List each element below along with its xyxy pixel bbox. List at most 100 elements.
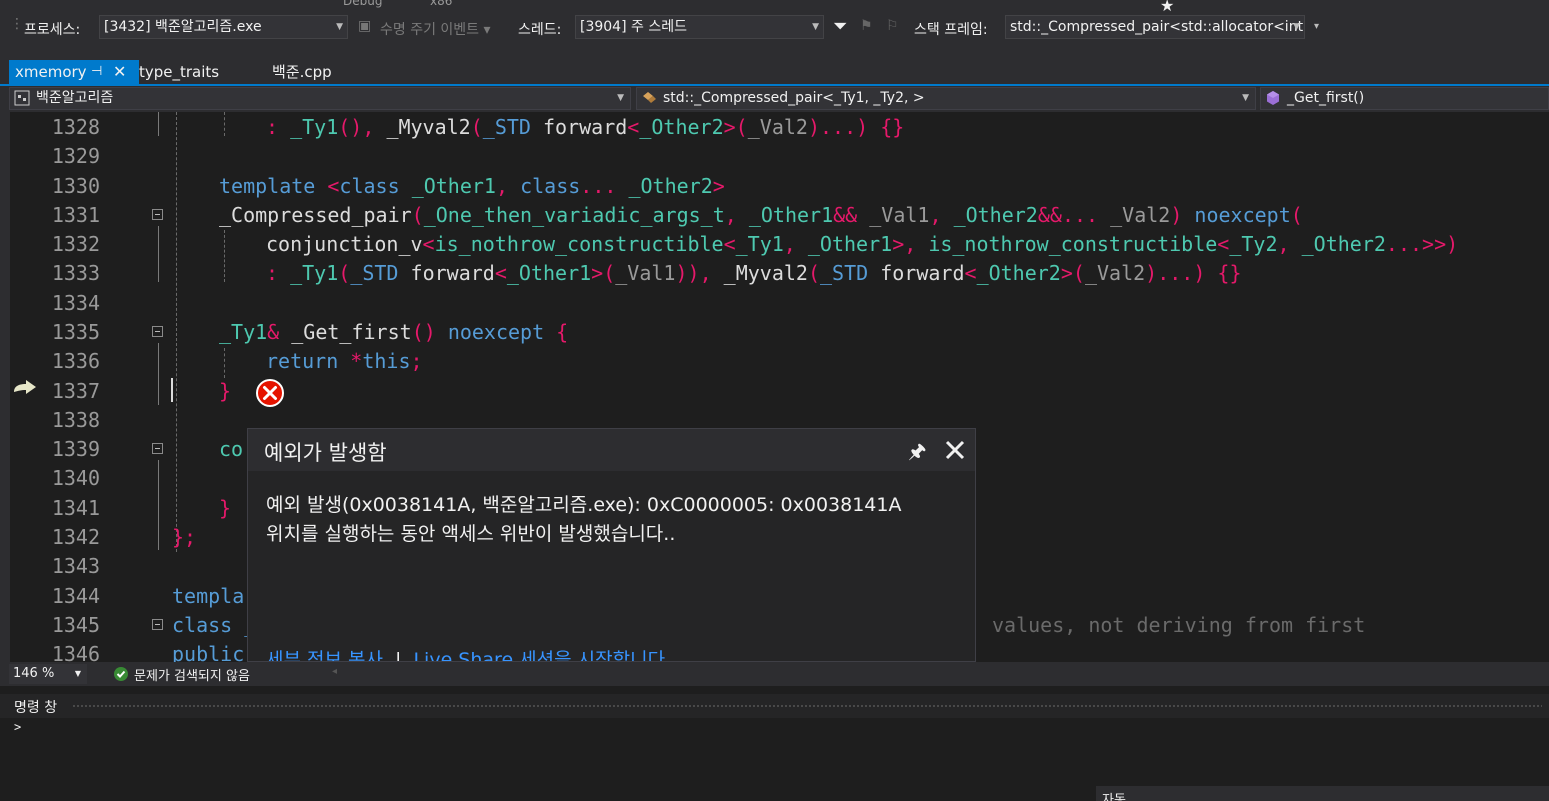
thread-label: 스레드: — [518, 22, 562, 38]
toolbar-grip: ⋮ — [10, 16, 24, 32]
line-number: 1343 — [51, 554, 100, 578]
command-window-title: 명령 창 — [14, 700, 58, 716]
copy-details-link[interactable]: 세부 정보 복사 — [266, 649, 383, 661]
scope-combo[interactable]: std::_Compressed_pair<_Ty1, _Ty2, > ▼ — [636, 87, 1256, 110]
close-icon[interactable]: ✕ — [113, 60, 126, 84]
thread-combo[interactable]: [3904] 주 스레드 ▼ — [575, 15, 824, 39]
document-tab-strip: xmemory ⊣ ✕ type_traits 백준.cpp — [0, 44, 1549, 84]
method-cube-icon — [1267, 91, 1279, 105]
stack-frame-combo[interactable]: std::_Compressed_pair<std::allocator<int… — [1005, 15, 1305, 39]
class-icon — [643, 92, 656, 103]
flag-thread-icon[interactable]: ⚑ — [860, 18, 873, 34]
line-number: 1335 — [51, 320, 100, 344]
code-line-1345: class _ — [172, 613, 257, 637]
chevron-down-icon: ▼ — [617, 93, 624, 103]
process-combo[interactable]: [3432] 백준알고리즘.exe ▼ — [99, 15, 348, 39]
project-combo[interactable]: 백준알고리즘 ▼ — [9, 87, 631, 110]
line-number: 1345 — [51, 613, 100, 637]
exception-message: 예외 발생(0x0038141A, 백준알고리즘.exe): 0xC000000… — [266, 491, 966, 549]
tab-xmemory[interactable]: xmemory ⊣ ✕ — [9, 60, 139, 84]
chevron-down-icon: ▼ — [812, 22, 819, 32]
lifecycle-events-icon[interactable]: ▣ — [358, 18, 371, 34]
project-value: 백준알고리즘 — [36, 90, 114, 106]
popup-title: 예외가 발생함 — [264, 441, 387, 465]
project-icon — [14, 90, 30, 106]
pin-icon[interactable]: 🖈 — [908, 437, 927, 471]
code-line-1333: : _Ty1(_STD forward<_Other1>(_Val1)), _M… — [266, 261, 1242, 285]
scroll-left-icon[interactable]: ◂ — [332, 666, 337, 677]
line-number: 1337 — [51, 379, 100, 403]
debug-location-toolbar: ⋮ 프로세스: [3432] 백준알고리즘.exe ▼ ▣ 수명 주기 이벤트 … — [0, 12, 1549, 44]
autos-window-header: 자동 — [1096, 786, 1549, 801]
error-icon — [256, 379, 284, 407]
window-grip[interactable] — [72, 704, 1542, 709]
overflow-chevron-icon[interactable]: ▾ — [1314, 21, 1319, 32]
editor-status-bar: 146 % ▼ 문제가 검색되지 않음 ◂ — [0, 662, 1549, 686]
lifecycle-events-button[interactable]: 수명 주기 이벤트 ▾ — [380, 19, 491, 39]
exception-message-line: 예외 발생(0x0038141A, 백준알고리즘.exe): 0xC000000… — [266, 494, 902, 516]
editor-left-border — [0, 112, 10, 662]
navigation-bar: 백준알고리즘 ▼ std::_Compressed_pair<_Ty1, _Ty… — [0, 86, 1549, 112]
indent-guide — [224, 348, 225, 378]
stack-frame-label: 스택 프레임: — [914, 22, 988, 38]
chevron-down-icon: ▼ — [1242, 93, 1249, 103]
process-value: [3432] 백준알고리즘.exe — [104, 19, 262, 35]
code-line-1328: : _Ty1(), _Myval2(_STD forward<_Other2>(… — [266, 115, 905, 139]
chevron-down-icon: ▼ — [1293, 22, 1300, 32]
filter-icon[interactable]: ⏷ — [833, 16, 847, 37]
main-toolbar: Debug x86 ★ — [0, 0, 1549, 15]
tab-label: 백준.cpp — [272, 63, 332, 81]
command-window-header: 명령 창 — [0, 694, 1549, 718]
tab-baekjun-cpp[interactable]: 백준.cpp — [266, 60, 372, 84]
code-line-1339: co — [219, 437, 244, 461]
line-number: 1340 — [51, 466, 100, 490]
link-separator: | — [395, 649, 402, 662]
tab-label: xmemory — [15, 63, 87, 81]
check-circle-icon — [114, 667, 128, 681]
member-combo[interactable]: _Get_first() — [1260, 87, 1549, 110]
outline-line — [158, 343, 159, 405]
pin-icon[interactable]: ⊣ — [91, 60, 102, 84]
code-line-1336: return *this; — [266, 349, 423, 373]
exception-message-line: 위치를 실행하는 동안 액세스 위반이 발생했습니다.. — [266, 523, 676, 545]
code-line-1332: conjunction_v<is_nothrow_constructible<_… — [266, 232, 1459, 256]
line-number: 1342 — [51, 525, 100, 549]
chevron-down-icon: ▼ — [336, 22, 343, 32]
autos-window-title: 자동 — [1102, 793, 1126, 801]
issues-status[interactable]: 문제가 검색되지 않음 — [134, 665, 250, 684]
line-number: 1329 — [51, 144, 100, 168]
indent-guide — [224, 230, 225, 282]
zoom-combo[interactable]: 146 % ▼ — [9, 664, 87, 684]
tab-type-traits[interactable]: type_traits — [133, 60, 259, 84]
code-line-1330: template <class _Other1, class... _Other… — [219, 174, 725, 198]
line-number: 1331 — [51, 203, 100, 227]
scope-value: std::_Compressed_pair<_Ty1, _Ty2, > — [663, 90, 925, 106]
code-line-1342: }; — [172, 525, 197, 549]
fold-toggle[interactable] — [152, 326, 163, 337]
line-number: 1330 — [51, 174, 100, 198]
fold-toggle[interactable] — [152, 209, 163, 220]
line-number: 1339 — [51, 437, 100, 461]
fold-toggle[interactable] — [152, 443, 163, 454]
code-line-1344: templa — [172, 584, 245, 608]
line-number: 1328 — [51, 115, 100, 139]
line-number: 1336 — [51, 349, 100, 373]
stack-frame-value: std::_Compressed_pair<std::allocator<int… — [1010, 19, 1305, 35]
line-number: 1341 — [51, 496, 100, 520]
process-label: 프로세스: — [24, 22, 81, 38]
line-number: 1338 — [51, 408, 100, 432]
liveshare-link[interactable]: Live Share 세션을 시작합니다 — [413, 649, 665, 661]
current-statement-arrow-icon — [14, 380, 36, 394]
chevron-down-icon: ▼ — [74, 669, 81, 678]
zoom-value: 146 % — [13, 666, 55, 681]
outline-line — [158, 460, 159, 550]
popup-links: 세부 정보 복사 | Live Share 세션을 시작합니다 — [266, 645, 665, 662]
fold-toggle[interactable] — [152, 619, 163, 630]
show-flagged-icon[interactable]: ⚐ — [886, 18, 899, 34]
code-comment-1345: values, not deriving from first — [992, 613, 1366, 637]
config-combo[interactable]: Debug — [343, 0, 382, 8]
command-prompt: > — [14, 720, 22, 734]
close-icon[interactable] — [944, 439, 966, 461]
outline-line — [158, 226, 159, 282]
platform-combo[interactable]: x86 — [430, 0, 452, 8]
